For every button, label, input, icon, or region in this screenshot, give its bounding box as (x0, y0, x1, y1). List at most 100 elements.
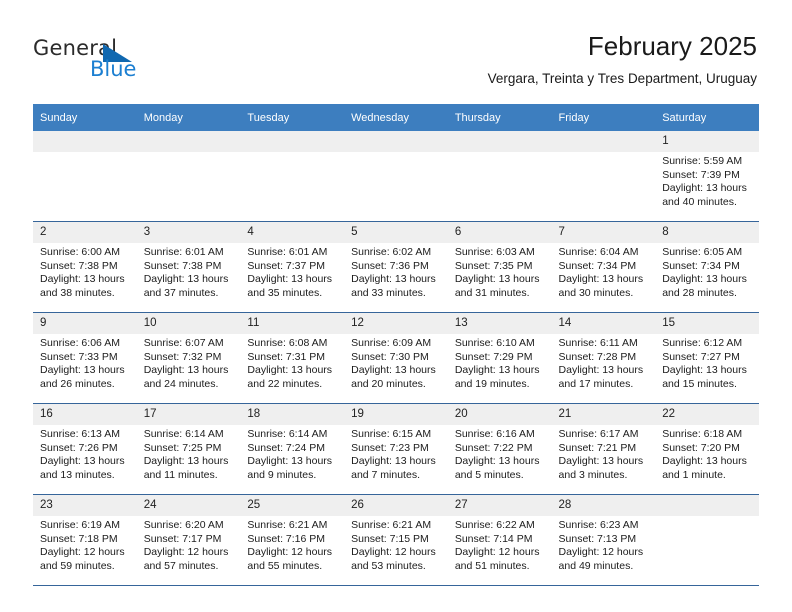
weekday-header-saturday: Saturday (655, 104, 759, 131)
calendar-day-cell[interactable]: 15 Sunrise: 6:12 AM Sunset: 7:27 PM Dayligh… (655, 312, 759, 404)
day-details: Sunrise: 6:03 AM Sunset: 7:35 PM Daylight:… (448, 243, 552, 300)
day-details: Sunrise: 6:17 AM Sunset: 7:21 PM Daylight:… (552, 425, 656, 482)
day-details: Sunrise: 6:22 AM Sunset: 7:14 PM Daylight:… (448, 516, 552, 573)
calendar-day-cell[interactable]: 28 Sunrise: 6:23 AM Sunset: 7:13 PM Dayligh… (551, 494, 656, 586)
daylight-text-line1: Daylight: 12 hours (40, 546, 125, 559)
day-details: Sunrise: 6:09 AM Sunset: 7:30 PM Daylight:… (344, 334, 448, 391)
sunrise-text: Sunrise: 6:11 AM (558, 337, 638, 349)
daylight-text-line2: and 31 minutes. (454, 286, 530, 299)
calendar-day-cell[interactable]: 10 Sunrise: 6:07 AM Sunset: 7:32 PM Dayligh… (136, 312, 241, 404)
sunset-text: Sunset: 7:26 PM (40, 441, 118, 454)
sunset-text: Sunset: 7:34 PM (662, 259, 740, 272)
calendar-day-cell[interactable]: 17 Sunrise: 6:14 AM Sunset: 7:25 PM Dayligh… (136, 403, 241, 495)
calendar-day-cell[interactable]: 12 Sunrise: 6:09 AM Sunset: 7:30 PM Dayligh… (344, 312, 448, 404)
calendar-week-row: 16 Sunrise: 6:13 AM Sunset: 7:26 PM Dayligh… (33, 403, 759, 495)
calendar-day-cell[interactable]: 13 Sunrise: 6:10 AM Sunset: 7:29 PM Dayligh… (447, 312, 552, 404)
calendar-day-cell[interactable]: 25 Sunrise: 6:21 AM Sunset: 7:16 PM Dayligh… (240, 494, 345, 586)
calendar-empty-cell (136, 131, 241, 222)
sunset-text: Sunset: 7:36 PM (351, 259, 429, 272)
daylight-text-line2: and 13 minutes. (40, 468, 115, 481)
calendar-day-cell[interactable]: 24 Sunrise: 6:20 AM Sunset: 7:17 PM Dayligh… (136, 494, 241, 586)
day-details: Sunrise: 6:16 AM Sunset: 7:22 PM Daylight:… (448, 425, 552, 482)
day-number: 21 (551, 404, 656, 425)
sunset-text: Sunset: 7:38 PM (40, 259, 118, 272)
day-details: Sunrise: 6:01 AM Sunset: 7:38 PM Daylight:… (137, 243, 241, 300)
day-number: 11 (240, 313, 345, 334)
day-number: 5 (344, 222, 448, 243)
day-details: Sunrise: 6:14 AM Sunset: 7:24 PM Daylight:… (240, 425, 344, 482)
calendar-day-cell[interactable]: 26 Sunrise: 6:21 AM Sunset: 7:15 PM Dayligh… (344, 494, 448, 586)
sunrise-text: Sunrise: 6:05 AM (662, 246, 743, 258)
daylight-text-line2: and 20 minutes. (351, 377, 426, 390)
calendar-day-cell[interactable]: 21 Sunrise: 6:17 AM Sunset: 7:21 PM Dayligh… (551, 403, 656, 495)
day-number (551, 131, 656, 152)
calendar-day-cell[interactable]: 23 Sunrise: 6:19 AM Sunset: 7:18 PM Dayligh… (33, 494, 137, 586)
sunset-text: Sunset: 7:32 PM (143, 350, 222, 363)
calendar-day-cell[interactable]: 20 Sunrise: 6:16 AM Sunset: 7:22 PM Dayligh… (447, 403, 552, 495)
sunset-text: Sunset: 7:18 PM (40, 532, 118, 545)
calendar-day-cell[interactable]: 16 Sunrise: 6:13 AM Sunset: 7:26 PM Dayligh… (33, 403, 137, 495)
daylight-text-line2: and 17 minutes. (558, 377, 634, 390)
calendar-day-cell[interactable]: 27 Sunrise: 6:22 AM Sunset: 7:14 PM Dayligh… (447, 494, 552, 586)
day-number (344, 131, 448, 152)
calendar-day-cell[interactable]: 11 Sunrise: 6:08 AM Sunset: 7:31 PM Dayligh… (240, 312, 345, 404)
sunrise-text: Sunrise: 6:09 AM (351, 337, 432, 349)
sunset-text: Sunset: 7:13 PM (558, 532, 637, 545)
sunrise-text: Sunrise: 6:20 AM (143, 519, 224, 531)
sunrise-text: Sunrise: 6:16 AM (454, 428, 535, 440)
general-blue-logo[interactable]: General Blue (33, 36, 233, 88)
sunrise-text: Sunrise: 6:06 AM (40, 337, 120, 349)
day-number: 2 (33, 222, 137, 243)
sunset-text: Sunset: 7:24 PM (247, 441, 326, 454)
day-number: 18 (240, 404, 345, 425)
calendar-day-cell[interactable]: 7 Sunrise: 6:04 AM Sunset: 7:34 PM Daylight… (551, 221, 656, 313)
calendar-day-cell[interactable]: 14 Sunrise: 6:11 AM Sunset: 7:28 PM Dayligh… (551, 312, 656, 404)
calendar-day-cell[interactable]: 1 Sunrise: 5:59 AM Sunset: 7:39 PM Daylight… (655, 131, 759, 222)
sunset-text: Sunset: 7:35 PM (454, 259, 533, 272)
day-details: Sunrise: 5:59 AM Sunset: 7:39 PM Daylight:… (655, 152, 759, 209)
calendar-week-row: 1 Sunrise: 5:59 AM Sunset: 7:39 PM Daylight… (33, 131, 759, 222)
daylight-text-line1: Daylight: 13 hours (662, 364, 747, 377)
daylight-text-line1: Daylight: 13 hours (662, 273, 747, 286)
daylight-text-line1: Daylight: 12 hours (143, 546, 229, 559)
calendar-day-cell[interactable]: 5 Sunrise: 6:02 AM Sunset: 7:36 PM Daylight… (344, 221, 448, 313)
sunset-text: Sunset: 7:15 PM (351, 532, 429, 545)
calendar-day-cell[interactable]: 18 Sunrise: 6:14 AM Sunset: 7:24 PM Dayligh… (240, 403, 345, 495)
calendar-day-cell[interactable]: 3 Sunrise: 6:01 AM Sunset: 7:38 PM Daylight… (136, 221, 241, 313)
daylight-text-line1: Daylight: 13 hours (247, 364, 333, 377)
daylight-text-line1: Daylight: 12 hours (558, 546, 644, 559)
logo-text-blue: Blue (90, 57, 137, 81)
day-number: 16 (33, 404, 137, 425)
sunset-text: Sunset: 7:29 PM (454, 350, 533, 363)
calendar-day-cell[interactable]: 2 Sunrise: 6:00 AM Sunset: 7:38 PM Daylight… (33, 221, 137, 313)
calendar-day-cell[interactable]: 8 Sunrise: 6:05 AM Sunset: 7:34 PM Daylight… (655, 221, 759, 313)
weekday-header-friday: Friday (551, 104, 656, 131)
calendar-day-cell[interactable]: 6 Sunrise: 6:03 AM Sunset: 7:35 PM Daylight… (447, 221, 552, 313)
sunrise-text: Sunrise: 6:14 AM (247, 428, 328, 440)
page-header: General Blue February 2025 Vergara, Trei… (0, 0, 792, 100)
sunrise-text: Sunrise: 6:04 AM (558, 246, 639, 258)
calendar-day-cell[interactable]: 4 Sunrise: 6:01 AM Sunset: 7:37 PM Daylight… (240, 221, 345, 313)
daylight-text-line2: and 53 minutes. (351, 559, 426, 572)
calendar-day-cell[interactable]: 22 Sunrise: 6:18 AM Sunset: 7:20 PM Dayligh… (655, 403, 759, 495)
daylight-text-line2: and 57 minutes. (143, 559, 219, 572)
day-number: 24 (136, 495, 241, 516)
calendar-empty-cell (447, 131, 552, 222)
day-number: 17 (136, 404, 241, 425)
daylight-text-line2: and 1 minute. (662, 468, 726, 481)
daylight-text-line1: Daylight: 13 hours (558, 273, 644, 286)
calendar-day-cell[interactable]: 9 Sunrise: 6:06 AM Sunset: 7:33 PM Daylight… (33, 312, 137, 404)
day-details: Sunrise: 6:07 AM Sunset: 7:32 PM Daylight:… (137, 334, 241, 391)
sunset-text: Sunset: 7:20 PM (662, 441, 740, 454)
daylight-text-line1: Daylight: 13 hours (247, 455, 333, 468)
daylight-text-line1: Daylight: 13 hours (143, 455, 229, 468)
daylight-text-line1: Daylight: 13 hours (40, 273, 125, 286)
day-number: 8 (655, 222, 759, 243)
daylight-text-line2: and 40 minutes. (662, 195, 737, 208)
calendar-day-cell[interactable]: 19 Sunrise: 6:15 AM Sunset: 7:23 PM Dayligh… (344, 403, 448, 495)
sunrise-text: Sunrise: 6:17 AM (558, 428, 639, 440)
day-details: Sunrise: 6:01 AM Sunset: 7:37 PM Daylight:… (240, 243, 344, 300)
sunset-text: Sunset: 7:22 PM (454, 441, 533, 454)
day-number: 10 (136, 313, 241, 334)
day-details: Sunrise: 6:21 AM Sunset: 7:15 PM Daylight:… (344, 516, 448, 573)
